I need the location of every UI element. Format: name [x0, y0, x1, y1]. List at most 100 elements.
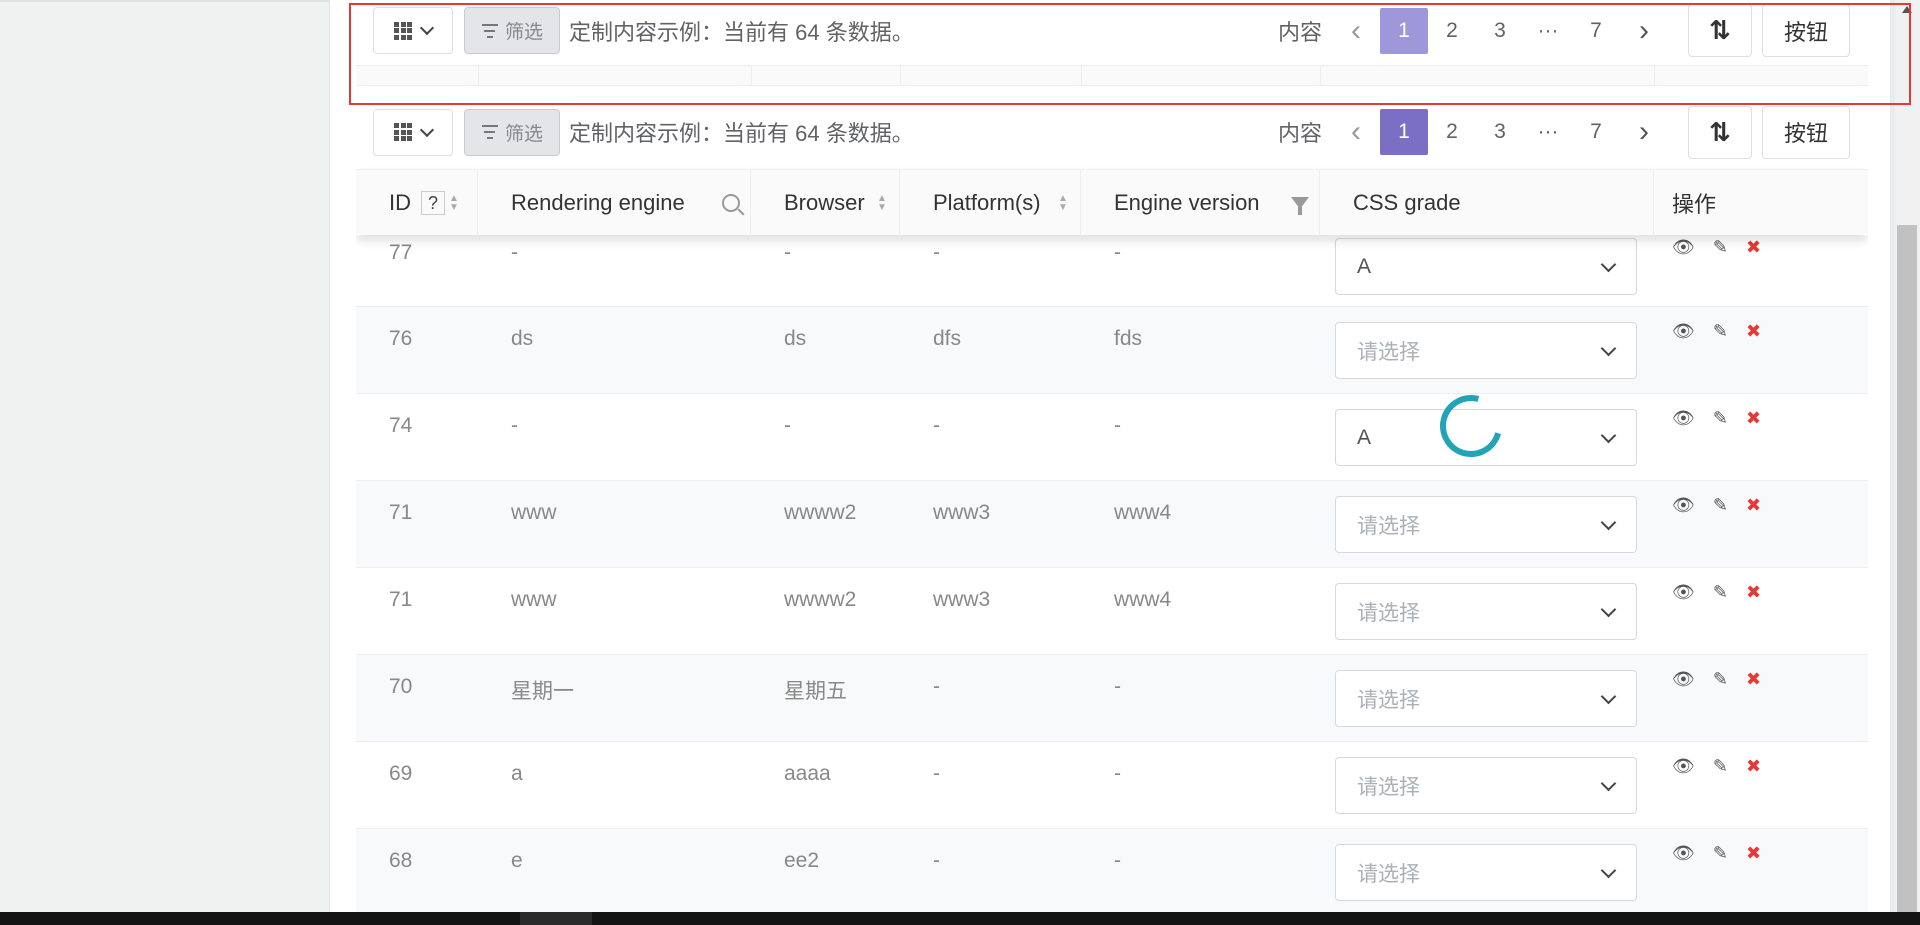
- sort-toggle-button[interactable]: ⇅: [1688, 4, 1752, 57]
- table-header: ID ? ▲ ▼ Rendering engine Browser ▲ ▼ Plat…: [356, 169, 1868, 236]
- cell-rendering-engine: a: [511, 762, 523, 785]
- prev-page-button[interactable]: ‹: [1332, 8, 1380, 54]
- search-icon-wrap[interactable]: [720, 192, 742, 214]
- pencil-icon[interactable]: ✎: [1713, 408, 1728, 429]
- sort-toggle-button[interactable]: ⇅: [1688, 105, 1752, 159]
- scroll-thumb[interactable]: [1897, 225, 1917, 912]
- close-icon[interactable]: ✖: [1746, 408, 1761, 429]
- eye-icon[interactable]: 👁: [1672, 582, 1695, 603]
- close-icon[interactable]: ✖: [1746, 237, 1761, 258]
- cell-engine-version: www4: [1114, 501, 1172, 524]
- header-rendering-engine[interactable]: Rendering engine: [478, 170, 751, 236]
- header-browser[interactable]: Browser ▲ ▼: [751, 170, 900, 236]
- left-panel: [0, 0, 330, 912]
- scroll-up-icon[interactable]: [1902, 6, 1912, 13]
- pagination: ‹ 1 2 3 ··· 7 ›: [1332, 7, 1668, 54]
- pencil-icon[interactable]: ✎: [1713, 756, 1728, 777]
- cell-platform: www3: [933, 501, 991, 524]
- css-grade-select[interactable]: A: [1335, 238, 1637, 295]
- funnel-icon-wrap[interactable]: [1289, 192, 1311, 215]
- cell-browser: ds: [784, 327, 807, 350]
- page-ellipsis[interactable]: ···: [1524, 109, 1572, 155]
- page-button-2[interactable]: 2: [1428, 8, 1476, 54]
- custom-button[interactable]: 按钮: [1762, 105, 1850, 159]
- chevron-down-icon: [419, 20, 435, 36]
- css-grade-select[interactable]: 请选择: [1335, 322, 1637, 379]
- css-grade-select[interactable]: 请选择: [1335, 496, 1637, 553]
- cell-css-grade: 请选择: [1320, 307, 1654, 393]
- pencil-icon[interactable]: ✎: [1713, 669, 1728, 690]
- prev-page-button[interactable]: ‹: [1332, 109, 1380, 155]
- pencil-icon[interactable]: ✎: [1713, 321, 1728, 342]
- css-grade-value: A: [1357, 254, 1372, 278]
- pager-label: 内容: [1278, 19, 1323, 45]
- eye-icon[interactable]: 👁: [1672, 756, 1695, 777]
- filter-button[interactable]: 筛选: [464, 108, 560, 156]
- column-toggle-button[interactable]: [373, 108, 453, 156]
- cell-engine-version: fds: [1114, 327, 1143, 350]
- eye-icon[interactable]: 👁: [1672, 669, 1695, 690]
- eye-icon[interactable]: 👁: [1672, 321, 1695, 342]
- next-page-button[interactable]: ›: [1620, 8, 1668, 54]
- custom-button[interactable]: 按钮: [1762, 4, 1850, 57]
- cell-css-grade: 请选择: [1320, 655, 1654, 741]
- css-grade-select[interactable]: 请选择: [1335, 844, 1637, 901]
- cell-engine-version: www4: [1114, 588, 1172, 611]
- page-button-3[interactable]: 3: [1476, 8, 1524, 54]
- css-grade-select[interactable]: 请选择: [1335, 757, 1637, 814]
- pencil-icon[interactable]: ✎: [1713, 237, 1728, 258]
- sort-icon[interactable]: ▲ ▼: [449, 194, 459, 213]
- cell-css-grade: 请选择: [1320, 481, 1654, 567]
- close-icon[interactable]: ✖: [1746, 321, 1761, 342]
- cell-actions: 👁 ✎ ✖: [1654, 307, 1868, 393]
- page-button-7[interactable]: 7: [1572, 8, 1620, 54]
- cell-css-grade: 请选择: [1320, 742, 1654, 828]
- css-grade-value: 请选择: [1357, 775, 1420, 799]
- sort-icon[interactable]: ▲ ▼: [1050, 192, 1072, 214]
- close-icon[interactable]: ✖: [1746, 669, 1761, 690]
- next-page-button[interactable]: ›: [1620, 109, 1668, 155]
- cell-browser: ee2: [784, 849, 820, 872]
- eye-icon[interactable]: 👁: [1672, 237, 1695, 258]
- sort-icon[interactable]: ▲ ▼: [869, 192, 891, 214]
- close-icon[interactable]: ✖: [1746, 495, 1761, 516]
- table-row: 69 a aaaa - - 请选择 👁 ✎ ✖: [356, 742, 1868, 829]
- cell-id: 71: [389, 501, 413, 524]
- cell-id: 76: [389, 327, 413, 350]
- column-toggle-button[interactable]: [373, 7, 453, 54]
- eye-icon[interactable]: 👁: [1672, 408, 1695, 429]
- eye-icon[interactable]: 👁: [1672, 843, 1695, 864]
- close-icon[interactable]: ✖: [1746, 843, 1761, 864]
- page-ellipsis[interactable]: ···: [1524, 8, 1572, 54]
- css-grade-select[interactable]: 请选择: [1335, 670, 1637, 727]
- header-id-label: ID: [389, 190, 411, 215]
- header-engine-version[interactable]: Engine version: [1081, 170, 1320, 236]
- cell-actions: 👁 ✎ ✖: [1654, 829, 1868, 912]
- cell-rendering-engine: www: [511, 501, 557, 524]
- page-button-3[interactable]: 3: [1476, 109, 1524, 155]
- page-button-2[interactable]: 2: [1428, 109, 1476, 155]
- pencil-icon[interactable]: ✎: [1713, 843, 1728, 864]
- table-row: 74 - - - - A 👁 ✎ ✖: [356, 394, 1868, 481]
- help-icon[interactable]: ?: [421, 191, 445, 215]
- page-button-7[interactable]: 7: [1572, 109, 1620, 155]
- cell-rendering-engine: ds: [511, 327, 534, 350]
- page-button-1[interactable]: 1: [1380, 109, 1428, 155]
- pencil-icon[interactable]: ✎: [1713, 495, 1728, 516]
- eye-icon[interactable]: 👁: [1672, 495, 1695, 516]
- vertical-scrollbar[interactable]: [1895, 0, 1920, 912]
- header-engine-version-label: Engine version: [1114, 190, 1260, 215]
- header-id[interactable]: ID ? ▲ ▼: [356, 170, 478, 236]
- cell-actions: 👁 ✎ ✖: [1654, 235, 1868, 306]
- css-grade-select[interactable]: 请选择: [1335, 583, 1637, 640]
- header-rendering-engine-label: Rendering engine: [511, 190, 685, 215]
- close-icon[interactable]: ✖: [1746, 756, 1761, 777]
- filter-button[interactable]: 筛选: [464, 7, 560, 54]
- cell-engine-version: -: [1114, 849, 1121, 872]
- search-icon: [722, 194, 740, 212]
- header-platforms[interactable]: Platform(s) ▲ ▼: [900, 170, 1081, 236]
- pencil-icon[interactable]: ✎: [1713, 582, 1728, 603]
- cell-engine-version: -: [1114, 675, 1121, 698]
- page-button-1[interactable]: 1: [1380, 7, 1428, 54]
- close-icon[interactable]: ✖: [1746, 582, 1761, 603]
